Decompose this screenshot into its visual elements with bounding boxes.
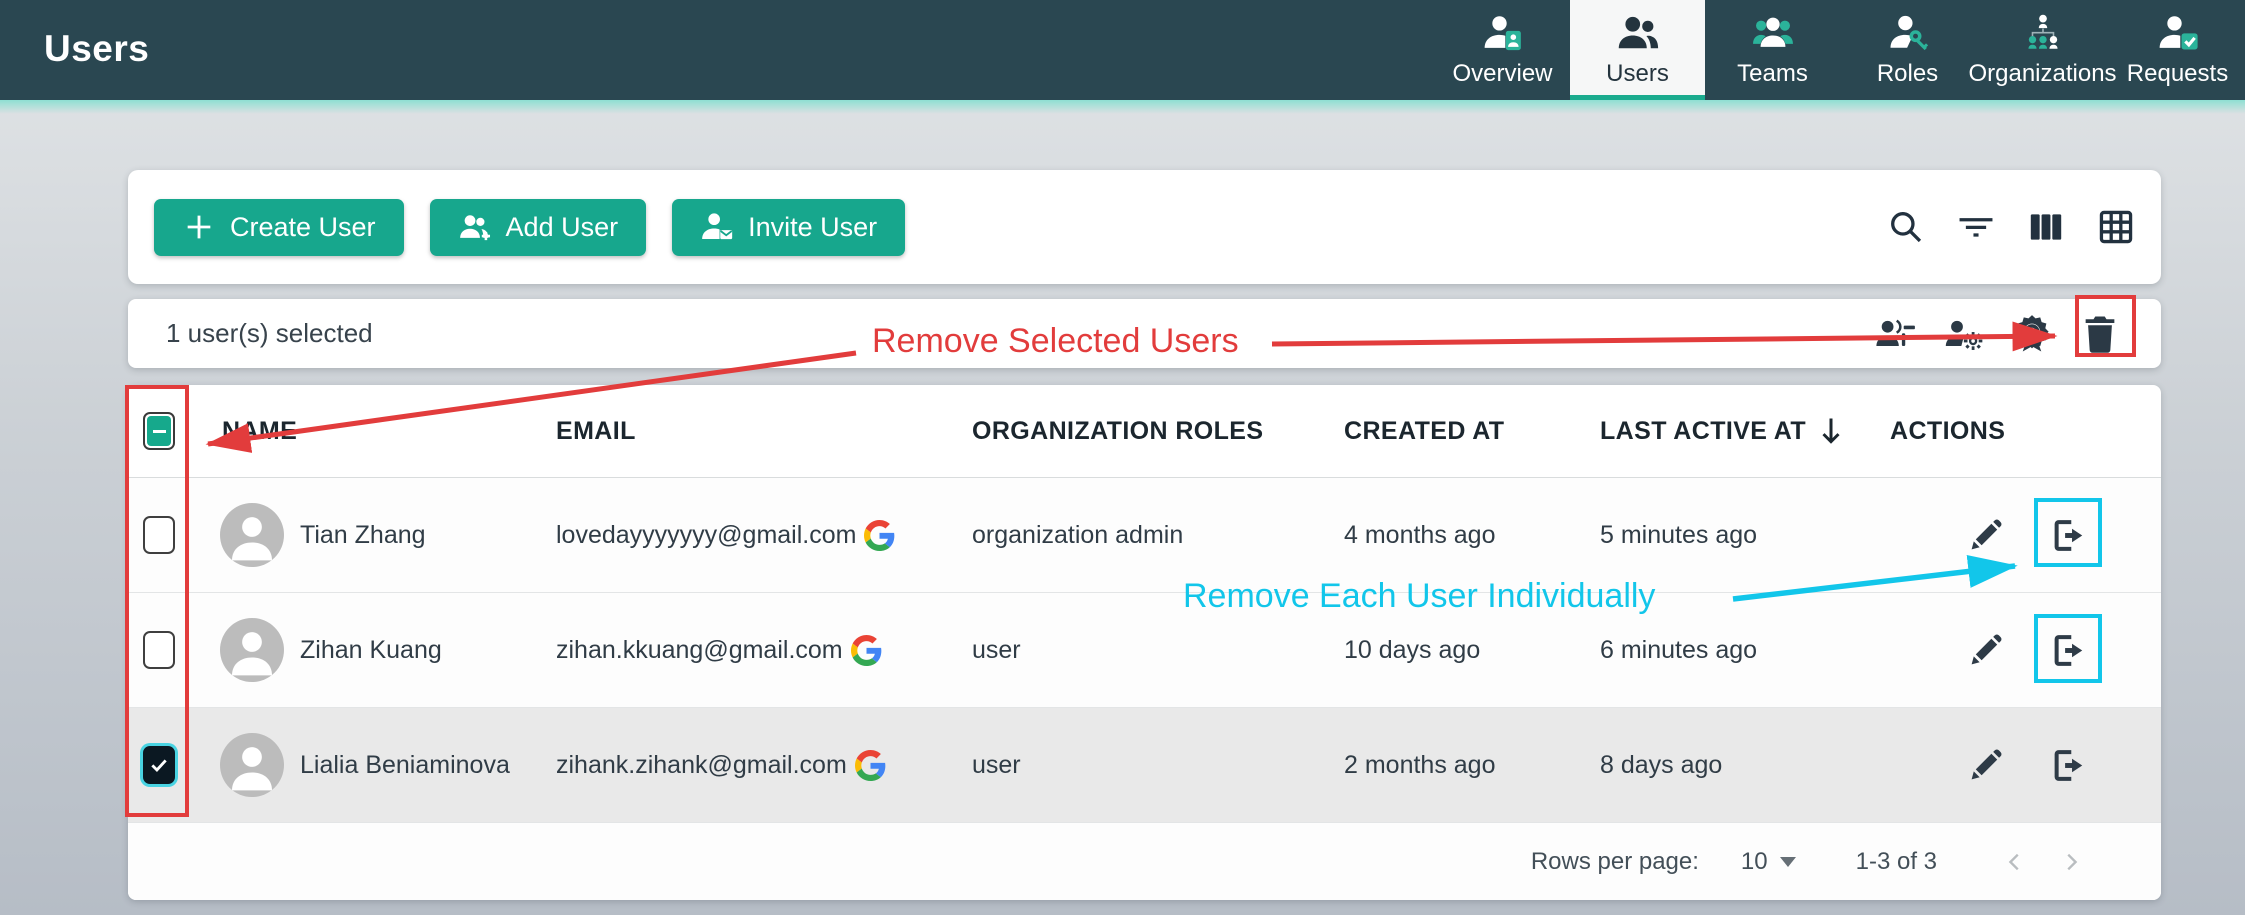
app-bar: Users Overview Users bbox=[0, 0, 2245, 100]
user-name: Lialia Beniaminova bbox=[300, 751, 510, 780]
user-org-roles: user bbox=[912, 751, 1280, 780]
column-header-actions: ACTIONS bbox=[1872, 417, 2161, 446]
award-icon[interactable] bbox=[2011, 313, 2053, 355]
user-last-active-at: 6 minutes ago bbox=[1542, 636, 1872, 665]
person-badge-icon bbox=[1482, 12, 1524, 54]
user-email: zihank.zihank@gmail.com bbox=[556, 751, 847, 780]
user-last-active-at: 8 days ago bbox=[1542, 751, 1872, 780]
tab-overview[interactable]: Overview bbox=[1435, 0, 1570, 100]
google-icon bbox=[855, 750, 886, 781]
indeterminate-mark-icon bbox=[147, 416, 171, 446]
edit-icon[interactable] bbox=[1967, 747, 2004, 784]
rows-per-page-label: Rows per page: bbox=[1531, 848, 1699, 876]
person-mail-icon bbox=[700, 210, 734, 244]
delete-icon[interactable] bbox=[2079, 313, 2121, 355]
edit-icon[interactable] bbox=[1967, 632, 2004, 669]
user-created-at: 2 months ago bbox=[1280, 751, 1542, 780]
people-icon bbox=[1617, 12, 1659, 54]
invite-user-button[interactable]: Invite User bbox=[672, 199, 905, 256]
user-email: lovedayyyyyyy@gmail.com bbox=[556, 521, 856, 550]
avatar bbox=[220, 618, 284, 682]
google-icon bbox=[864, 520, 895, 551]
people-plus-icon bbox=[458, 210, 492, 244]
avatar bbox=[220, 503, 284, 567]
user-org-roles: user bbox=[912, 636, 1280, 665]
grid-view-icon[interactable] bbox=[2097, 208, 2135, 246]
create-user-label: Create User bbox=[230, 212, 376, 243]
org-hierarchy-icon bbox=[2022, 12, 2064, 54]
pagination-range: 1-3 of 3 bbox=[1856, 848, 1937, 876]
add-user-button[interactable]: Add User bbox=[430, 199, 647, 256]
person-remove-icon[interactable] bbox=[1875, 313, 1917, 355]
tab-users[interactable]: Users bbox=[1570, 0, 1705, 100]
column-header-org-roles[interactable]: ORGANIZATION ROLES bbox=[912, 417, 1280, 446]
caret-down-icon bbox=[1780, 857, 1796, 867]
user-created-at: 4 months ago bbox=[1280, 521, 1542, 550]
google-icon bbox=[851, 635, 882, 666]
previous-page-button[interactable] bbox=[1995, 842, 2035, 882]
table-row[interactable]: Tian Zhang lovedayyyyyyy@gmail.com organ… bbox=[128, 478, 2161, 593]
user-name: Zihan Kuang bbox=[300, 636, 442, 665]
edit-icon[interactable] bbox=[1967, 517, 2004, 554]
team-group-icon bbox=[1752, 12, 1794, 54]
tab-teams[interactable]: Teams bbox=[1705, 0, 1840, 100]
tab-organizations[interactable]: Organizations bbox=[1975, 0, 2110, 100]
tab-requests[interactable]: Requests bbox=[2110, 0, 2245, 100]
person-key-icon bbox=[1887, 12, 1929, 54]
toolbar: Create User Add User Invite User bbox=[128, 170, 2161, 284]
table-body: Tian Zhang lovedayyyyyyy@gmail.com organ… bbox=[128, 478, 2161, 823]
invite-user-label: Invite User bbox=[748, 212, 877, 243]
tab-label: Roles bbox=[1877, 60, 1938, 88]
select-all-checkbox[interactable] bbox=[143, 412, 175, 450]
filter-icon[interactable] bbox=[1957, 208, 1995, 246]
avatar bbox=[220, 733, 284, 797]
user-last-active-at: 5 minutes ago bbox=[1542, 521, 1872, 550]
column-header-last-active-at[interactable]: LAST ACTIVE AT bbox=[1542, 416, 1872, 446]
selection-bar: 1 user(s) selected bbox=[128, 299, 2161, 368]
row-checkbox[interactable] bbox=[143, 631, 175, 669]
tab-label: Users bbox=[1606, 60, 1669, 88]
person-check-icon bbox=[2157, 12, 2199, 54]
nav-tabs: Overview Users Teams bbox=[1435, 0, 2245, 100]
tab-label: Organizations bbox=[1968, 60, 2116, 88]
table-row[interactable]: Lialia Beniaminova zihank.zihank@gmail.c… bbox=[128, 708, 2161, 823]
user-email: zihan.kkuang@gmail.com bbox=[556, 636, 843, 665]
plus-icon bbox=[182, 210, 216, 244]
page-title: Users bbox=[44, 28, 149, 70]
add-user-label: Add User bbox=[506, 212, 619, 243]
column-header-email[interactable]: EMAIL bbox=[520, 417, 912, 446]
row-checkbox[interactable] bbox=[143, 746, 175, 784]
toolbar-right-icons bbox=[1887, 208, 2135, 246]
user-name: Tian Zhang bbox=[300, 521, 426, 550]
tab-label: Teams bbox=[1737, 60, 1808, 88]
rows-per-page-value: 10 bbox=[1741, 848, 1768, 876]
view-columns-icon[interactable] bbox=[2027, 208, 2065, 246]
tab-label: Overview bbox=[1452, 60, 1552, 88]
sort-desc-icon[interactable] bbox=[1818, 416, 1844, 446]
users-table: NAME EMAIL ORGANIZATION ROLES CREATED AT… bbox=[128, 385, 2161, 900]
rows-per-page-select[interactable]: 10 bbox=[1741, 848, 1796, 876]
table-header-row: NAME EMAIL ORGANIZATION ROLES CREATED AT… bbox=[128, 385, 2161, 478]
remove-user-icon[interactable] bbox=[2050, 632, 2087, 669]
user-created-at: 10 days ago bbox=[1280, 636, 1542, 665]
chevron-left-icon bbox=[2004, 851, 2026, 873]
person-settings-icon[interactable] bbox=[1943, 313, 1985, 355]
chevron-right-icon bbox=[2060, 851, 2082, 873]
tab-label: Requests bbox=[2127, 60, 2228, 88]
next-page-button[interactable] bbox=[2051, 842, 2091, 882]
remove-user-icon[interactable] bbox=[2050, 747, 2087, 784]
selection-actions bbox=[1875, 313, 2121, 355]
row-checkbox[interactable] bbox=[143, 516, 175, 554]
user-org-roles: organization admin bbox=[912, 521, 1280, 550]
column-header-created-at[interactable]: CREATED AT bbox=[1280, 417, 1542, 446]
selection-count: 1 user(s) selected bbox=[166, 318, 373, 349]
table-row[interactable]: Zihan Kuang zihan.kkuang@gmail.com user … bbox=[128, 593, 2161, 708]
create-user-button[interactable]: Create User bbox=[154, 199, 404, 256]
remove-user-icon[interactable] bbox=[2050, 517, 2087, 554]
search-icon[interactable] bbox=[1887, 208, 1925, 246]
column-header-name[interactable]: NAME bbox=[190, 417, 520, 446]
table-footer: Rows per page: 10 1-3 of 3 bbox=[128, 823, 2161, 900]
tab-roles[interactable]: Roles bbox=[1840, 0, 1975, 100]
check-icon bbox=[149, 755, 169, 775]
